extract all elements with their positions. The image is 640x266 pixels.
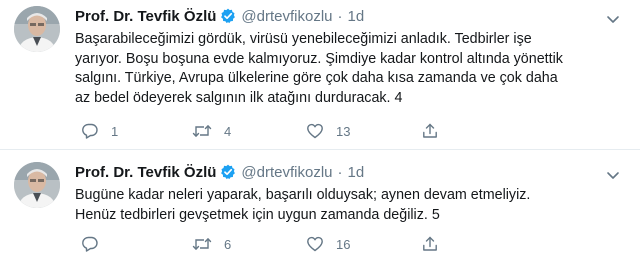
tweet-header: Prof. Dr. Tevfik Özlü @drtevfikozlu · 1d <box>75 162 364 182</box>
retweet-count: 4 <box>224 123 232 139</box>
tweet-text: Başarabileceğimizi gördük, virüsü yenebi… <box>75 30 623 108</box>
like-button[interactable]: 16 <box>306 234 350 254</box>
tweet-actions: 1 4 13 <box>75 121 525 141</box>
tweet-header: Prof. Dr. Tevfik Özlü @drtevfikozlu · 1d <box>75 6 364 26</box>
tweet-text: Bugüne kadar neleri yaparak, başarılı ol… <box>75 186 623 225</box>
tweet[interactable]: Prof. Dr. Tevfik Özlü @drtevfikozlu · 1d… <box>0 150 640 266</box>
avatar[interactable] <box>14 162 60 208</box>
reply-icon <box>81 235 99 253</box>
reply-count: 1 <box>111 123 119 139</box>
tweet-text-line: yarıyor. Boşu boşuna evde kalmıyoruz. Şi… <box>75 50 563 67</box>
verified-badge-icon <box>220 8 236 24</box>
timestamp[interactable]: 1d <box>348 164 365 181</box>
timestamp[interactable]: 1d <box>348 8 365 25</box>
separator-dot: · <box>337 163 343 181</box>
like-count: 13 <box>336 123 351 139</box>
chevron-down-icon[interactable] <box>606 12 620 23</box>
share-button[interactable] <box>421 234 439 254</box>
share-icon <box>421 235 439 253</box>
tweet-actions: 6 16 <box>75 234 525 254</box>
retweet-icon <box>192 235 212 253</box>
tweet-text-line: Başarabileceğimizi gördük, virüsü yenebi… <box>75 31 532 47</box>
author-handle[interactable]: @drtevfikozlu <box>241 8 332 25</box>
tweet-text-line: salgını. Türkiye, Avrupa ülkelerine göre… <box>75 70 558 86</box>
verified-badge-icon <box>220 164 236 180</box>
retweet-button[interactable]: 6 <box>192 234 231 254</box>
tweet-text-line: Henüz tedbirleri gevşetmek için uygun za… <box>75 206 440 223</box>
tweet-text-line: Bugüne kadar neleri yaparak, başarılı ol… <box>75 187 531 203</box>
author-name[interactable]: Prof. Dr. Tevfik Özlü <box>75 164 216 181</box>
tweet-text-line: az bedel ödeyerek salgının ilk atağını d… <box>75 89 403 106</box>
retweet-icon <box>192 122 212 140</box>
tweet[interactable]: Prof. Dr. Tevfik Özlü @drtevfikozlu · 1d… <box>0 0 640 150</box>
heart-icon <box>306 235 324 253</box>
retweet-button[interactable]: 4 <box>192 121 231 141</box>
author-handle[interactable]: @drtevfikozlu <box>241 164 332 181</box>
separator-dot: · <box>337 7 343 25</box>
share-button[interactable] <box>421 121 439 141</box>
retweet-count: 6 <box>224 236 232 252</box>
avatar[interactable] <box>14 6 60 52</box>
reply-icon <box>81 122 99 140</box>
heart-icon <box>306 122 324 140</box>
reply-button[interactable]: 1 <box>81 121 118 141</box>
like-count: 16 <box>336 236 351 252</box>
chevron-down-icon[interactable] <box>606 168 620 179</box>
reply-button[interactable] <box>81 234 111 254</box>
share-icon <box>421 122 439 140</box>
like-button[interactable]: 13 <box>306 121 350 141</box>
author-name[interactable]: Prof. Dr. Tevfik Özlü <box>75 8 216 25</box>
